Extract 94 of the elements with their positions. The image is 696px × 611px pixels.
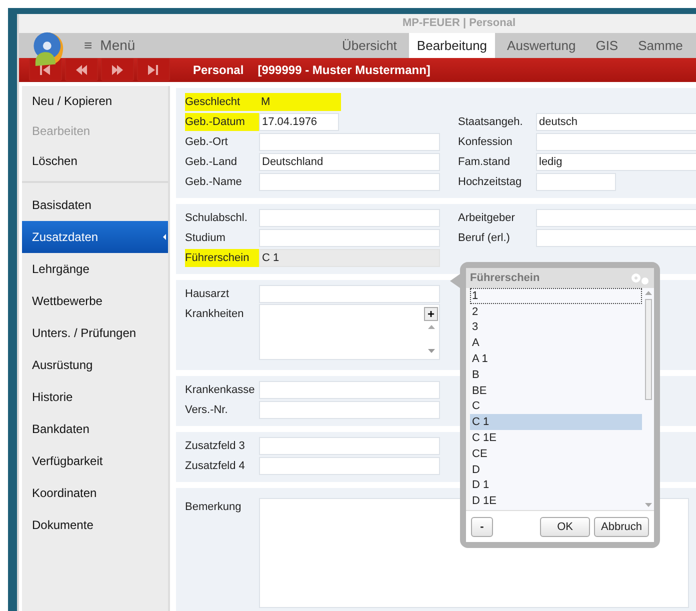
field-label: Führerschein [185,249,259,267]
input-field[interactable]: Deutschland [259,153,440,171]
scroll-up-icon[interactable] [644,291,652,295]
input-field[interactable] [259,209,440,227]
remove-button[interactable]: - [471,516,493,536]
field-label: Bemerkung [185,500,242,515]
list-option[interactable]: B [470,366,642,383]
list-option[interactable]: 2 [470,304,642,320]
sidebar-item[interactable]: Dokumente [22,509,168,541]
sidebar-item[interactable]: Koordinaten [22,477,168,509]
module-title: Personal [193,62,244,77]
sidebar-item[interactable]: Ausrüstung [22,349,168,381]
sidebar-item[interactable]: Bankdaten [22,413,168,445]
list-option[interactable]: C 1E [470,430,642,446]
field-label: Geb.-Datum [185,113,259,131]
input-field[interactable]: C 1 [259,249,440,267]
input-field[interactable] [536,173,616,191]
field-label: Beruf (erl.) [458,231,511,246]
field-label: Fam.stand [458,155,511,170]
list-option[interactable]: C [470,398,642,414]
last-icon [147,64,160,76]
scroll-down-icon [428,349,434,353]
menu-button[interactable]: ≡ Menü [84,37,334,54]
list-option[interactable]: D [470,462,642,478]
input-field[interactable] [259,401,440,419]
field-value: M [259,93,341,111]
field-label: Vers.-Nr. [185,403,229,418]
sidebar-action[interactable]: Löschen [22,146,168,176]
field-label: Schulabschl. [185,211,248,226]
input-field[interactable] [259,229,440,247]
list-field[interactable]: + [259,304,440,360]
field-label: Staatsangeh. [458,115,524,130]
input-field[interactable]: 17.04.1976 [259,113,339,131]
input-field[interactable] [259,457,440,475]
nav-button[interactable] [101,58,134,82]
sidebar-item[interactable]: Basisdaten [22,189,168,221]
field-label: Konfession [458,135,514,150]
input-field[interactable] [536,209,696,227]
gears-icon[interactable] [630,272,650,284]
field-label: Geschlecht [185,93,259,111]
list-option[interactable]: D 1 [470,478,642,494]
field-label: Krankheiten [185,307,245,322]
tab[interactable]: Bearbeitung [408,32,496,58]
input-field[interactable] [259,173,440,191]
sidebar-item[interactable]: Wettbewerbe [22,285,168,317]
sidebar-item[interactable]: Verfügbarkeit [22,445,168,477]
tab[interactable]: Samme [630,32,691,58]
list-option[interactable]: CE [470,446,642,462]
input-field[interactable]: deutsch [536,113,696,131]
input-field[interactable] [259,381,440,399]
input-field[interactable] [259,437,440,455]
previous-icon [75,64,88,76]
ok-button[interactable]: OK [540,516,590,536]
nav-button[interactable] [137,58,170,82]
tab[interactable]: Übersicht [334,32,405,58]
input-field[interactable] [259,133,440,151]
field-label: Zusatzfeld 4 [185,459,246,474]
sidebar-item[interactable]: Zusatzdaten [22,221,168,253]
next-icon [111,64,124,76]
cancel-button[interactable]: Abbruch [594,516,649,536]
input-field[interactable] [259,285,440,303]
field-label: Geb.-Name [185,175,243,190]
input-field[interactable] [536,229,696,247]
field-label: Hausarzt [185,287,230,302]
list-option[interactable]: C 1 [470,414,642,430]
field-label: Geb.-Land [185,155,238,170]
input-field[interactable]: ledig [536,153,696,171]
field-label: Arbeitgeber [458,211,516,226]
list-option[interactable]: 3 [470,320,642,336]
field-label: Hochzeitstag [458,175,523,190]
field-label: Zusatzfeld 3 [185,439,246,454]
record-title: [999999 - Muster Mustermann] [258,62,430,77]
sidebar-item[interactable]: Historie [22,381,168,413]
list-option[interactable]: BE [470,382,642,399]
input-field[interactable] [536,133,696,151]
window-title: MP-FEUER | Personal [402,17,516,30]
popup-title: Führerschein [470,272,540,284]
sidebar-item[interactable]: Unters. / Prüfungen [22,317,168,349]
tab[interactable]: Auswertung [499,32,584,58]
nav-button[interactable] [65,58,98,82]
sidebar-action[interactable]: Neu / Kopieren [22,86,168,116]
list-option[interactable]: A 1 [470,351,642,367]
scroll-down-icon[interactable] [644,503,652,507]
field-label: Geb.-Ort [185,135,229,150]
first-icon [39,64,52,76]
field-label: Studium [185,231,226,246]
scroll-up-icon [428,325,434,329]
list-option[interactable]: 1 [470,288,642,304]
add-button[interactable]: + [424,307,438,321]
field-label: Krankenkasse [185,383,256,398]
list-option[interactable]: A [470,335,642,352]
sidebar-item[interactable]: Lehrgänge [22,253,168,285]
tab[interactable]: GIS [588,32,626,58]
list-option[interactable]: D 1E [470,493,642,510]
